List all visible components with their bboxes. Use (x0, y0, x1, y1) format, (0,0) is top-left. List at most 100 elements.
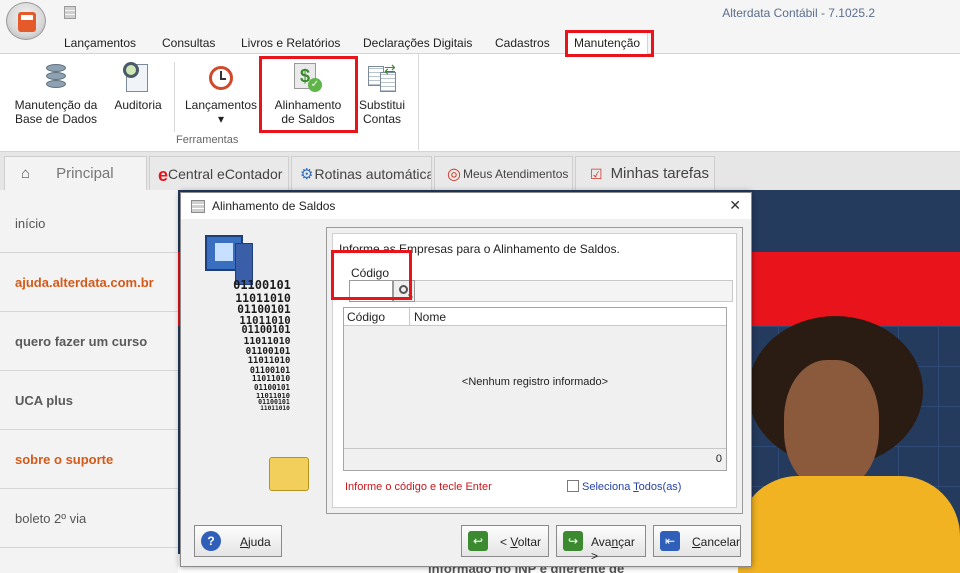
dialog-illustration: 01100101 11011010 01100101 11011010 01100101… (195, 229, 323, 505)
codigo-group: Código (343, 260, 733, 302)
binary-line: 01100101 (233, 278, 291, 292)
money-document-icon: $ ✓ (292, 62, 324, 94)
next-button[interactable]: ↪ Avançar > (556, 525, 646, 563)
codigo-label: Código (351, 266, 390, 280)
arrow-back-icon: ↩ (468, 531, 488, 551)
checkbox-icon[interactable] (567, 480, 579, 492)
search-button[interactable] (393, 280, 415, 302)
tab-label: Minhas tarefas (610, 165, 709, 182)
help-button[interactable]: ? Ajuda (194, 525, 282, 557)
button-label: Lançamentos (184, 98, 258, 112)
nav-item-uca-plus[interactable]: UCA plus (0, 371, 178, 430)
button-label: Manutenção da (14, 98, 98, 112)
app-title: Alterdata Contábil - 7.1025.2 (722, 6, 875, 20)
tab-rotinas-automaticas[interactable]: ⚙Rotinas automáticas (291, 156, 432, 190)
tab-minhas-tarefas[interactable]: ☑ Minhas tarefas (575, 156, 715, 190)
app-logo-icon (18, 12, 36, 32)
group-label: Ferramentas (176, 134, 239, 146)
arrow-next-icon: ↪ (563, 531, 583, 551)
next-button-label: Avançar > (591, 535, 635, 563)
auditoria-button[interactable]: Auditoria (110, 54, 166, 130)
button-label: Auditoria (114, 98, 162, 112)
button-label: Contas (362, 112, 402, 126)
dialog-title: Alinhamento de Saldos (212, 199, 336, 213)
grid-footer: 0 (344, 448, 726, 470)
nav-item-inicio[interactable]: início (0, 194, 178, 253)
left-nav: início ajuda.alterdata.com.br quero faze… (0, 190, 178, 573)
econtador-icon: e (158, 165, 169, 186)
select-all-checkbox[interactable]: Seleciona Todos(as) (567, 480, 681, 493)
tab-label: Rotinas automáticas (314, 166, 432, 182)
dialog-panel: Informe as Empresas para o Alinhamento d… (326, 227, 743, 514)
tab-manutencao[interactable]: Manutenção (566, 30, 649, 54)
swap-documents-icon: ⇄ (366, 62, 398, 94)
dialog-inner: Informe as Empresas para o Alinhamento d… (332, 233, 737, 508)
home-icon: ⌂ (21, 165, 31, 183)
lancamentos-dropdown-button[interactable]: Lançamentos ▾ (182, 54, 260, 130)
app-menu-button[interactable] (6, 2, 46, 40)
nav-item-curso[interactable]: quero fazer um curso (0, 312, 178, 371)
tab-livros-relatorios[interactable]: Livros e Relatórios (241, 36, 340, 50)
gear-clock-icon: ⚙ (300, 166, 314, 184)
tab-declaracoes-digitais[interactable]: Declarações Digitais (363, 36, 472, 50)
codigo-description-field (413, 280, 733, 302)
tab-meus-atendimentos[interactable]: ◎ Meus Atendimentos (434, 156, 573, 190)
nav-item-boleto[interactable]: boleto 2º via (0, 489, 178, 548)
tab-consultas[interactable]: Consultas (162, 36, 215, 50)
back-button[interactable]: ↩ < Voltar (461, 525, 549, 557)
cancel-icon: ⇤ (660, 531, 680, 551)
hint-text: Informe o código e tecle Enter (345, 481, 492, 493)
tab-label: Central eContador (168, 166, 283, 182)
cancel-button[interactable]: ⇤ Cancelar (653, 525, 741, 557)
checkbox-icon: ☑ (590, 166, 603, 183)
separator (174, 62, 175, 132)
binary-stream: 01100101 11011010 01100101 11011010 01100101… (207, 279, 317, 413)
manutencao-base-dados-button[interactable]: Manutenção da Base de Dados (10, 54, 102, 130)
separator (418, 54, 419, 150)
alinhamento-saldos-button[interactable]: $ ✓ Alinhamento de Saldos (266, 54, 350, 130)
calculator-icon[interactable] (64, 6, 76, 19)
select-all-label: Seleciona (582, 481, 634, 493)
nav-item-suporte[interactable]: sobre o suporte (0, 430, 178, 489)
banner-person-face (784, 360, 879, 490)
column-header-nome[interactable]: Nome (411, 308, 449, 326)
button-label: Alinhamento (274, 98, 342, 112)
close-icon[interactable]: ✕ (729, 197, 741, 214)
column-header-codigo[interactable]: Código (344, 308, 410, 326)
tab-central-econtador[interactable]: eCentral eContador (149, 156, 289, 190)
select-all-label-suffix: odos(as) (638, 481, 682, 493)
grid-header: Código Nome (344, 308, 726, 326)
cancel-button-label: Cancelar (692, 535, 741, 549)
substitui-contas-button[interactable]: ⇄ Substitui Contas (354, 54, 410, 130)
calculator-icon (191, 200, 205, 213)
binary-line: 11011010 (235, 290, 291, 305)
help-button-label: Ajuda (240, 535, 271, 549)
search-icon (399, 285, 408, 294)
chevron-down-icon: ▾ (217, 112, 225, 126)
ribbon-body: Manutenção da Base de Dados Auditoria La… (0, 54, 960, 152)
binary-line: 11011010 (260, 405, 290, 413)
main-tabs: ⌂ Principal eCentral eContador ⚙Rotinas a… (0, 152, 960, 190)
audit-search-icon (122, 62, 154, 94)
codigo-input[interactable] (349, 280, 393, 302)
tab-label: Principal (56, 165, 114, 182)
tab-cadastros[interactable]: Cadastros (495, 36, 550, 50)
button-label: de Saldos (281, 112, 335, 126)
database-icon (40, 62, 72, 94)
dialog-title-bar: Alinhamento de Saldos ✕ (181, 193, 751, 219)
nav-item-ajuda[interactable]: ajuda.alterdata.com.br (0, 253, 178, 312)
folder-icon (269, 457, 309, 491)
record-count: 0 (715, 453, 722, 465)
alinhamento-saldos-dialog: Alinhamento de Saldos ✕ 01100101 11011010… (180, 192, 752, 567)
empresas-grid[interactable]: Código Nome <Nenhum registro informado> … (343, 307, 727, 471)
clock-icon (205, 62, 237, 94)
grid-empty-message: <Nenhum registro informado> (461, 376, 609, 388)
tab-principal[interactable]: ⌂ Principal (4, 156, 147, 190)
button-label: Base de Dados (14, 112, 98, 126)
back-button-label: < Voltar (500, 535, 542, 549)
tab-label: Meus Atendimentos (462, 167, 569, 181)
help-icon: ? (201, 531, 221, 551)
tab-lancamentos[interactable]: Lançamentos (64, 36, 136, 50)
title-bar: Alterdata Contábil - 7.1025.2 (0, 0, 960, 28)
instruction-label: Informe as Empresas para o Alinhamento d… (339, 242, 620, 256)
